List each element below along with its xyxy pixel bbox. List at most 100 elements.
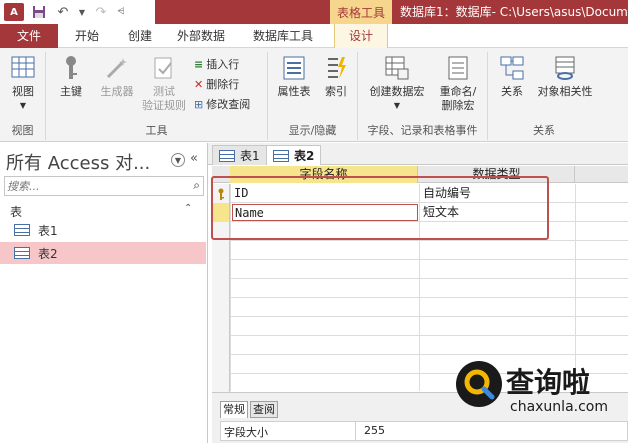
column-header-data-type[interactable]: 数据类型 — [419, 166, 575, 183]
table-row[interactable] — [212, 222, 628, 241]
table-row[interactable] — [212, 260, 628, 279]
row-selector[interactable] — [212, 355, 230, 374]
tab-design[interactable]: 设计 — [334, 24, 388, 48]
undo-icon[interactable]: ↶ — [54, 3, 72, 21]
ribbon-group-show-hide: 属性表 索引 显示/隐藏 — [268, 52, 358, 140]
table-icon — [273, 149, 289, 162]
tab-database-tools[interactable]: 数据库工具 — [240, 24, 326, 48]
nav-item-table1[interactable]: 表1 — [0, 219, 206, 241]
tab-home[interactable]: 开始 — [62, 24, 112, 48]
table-row[interactable] — [212, 279, 628, 298]
primary-key-button[interactable]: 主键 — [54, 54, 88, 99]
key-icon — [57, 54, 85, 82]
builder-label: 生成器 — [100, 85, 134, 98]
chevron-down-icon: ▼ — [393, 101, 401, 110]
view-button[interactable]: 视图 ▼ — [5, 54, 41, 113]
object-dependencies-icon — [551, 54, 579, 82]
navigation-pane: 所有 Access 对... ▼ « ⌕ 表 ⌃ 表1 表2 — [0, 143, 208, 443]
customize-qat-icon[interactable]: ⩤ — [116, 3, 126, 21]
row-selector[interactable] — [212, 317, 230, 336]
table-icon — [14, 247, 30, 259]
row-selector[interactable] — [212, 203, 230, 222]
tab-external-data[interactable]: 外部数据 — [168, 24, 234, 48]
row-selector[interactable] — [212, 260, 230, 279]
field-name-cell[interactable]: Name — [232, 204, 418, 221]
delete-rows-button[interactable]: ✕ 删除行 — [194, 76, 239, 92]
tab-lookup[interactable]: 查阅 — [250, 401, 278, 418]
test-rules-label-2: 验证规则 — [142, 99, 186, 112]
tab-file[interactable]: 文件 — [0, 24, 58, 48]
insert-rows-label: 插入行 — [206, 58, 240, 71]
row-selector[interactable] — [212, 279, 230, 298]
property-sheet-icon — [280, 54, 308, 82]
property-value[interactable]: 255 — [355, 422, 625, 440]
document-tab-bar: 表1 表2 — [208, 143, 628, 165]
access-logo-icon[interactable]: A — [4, 3, 24, 21]
doc-tab-table1[interactable]: 表1 — [212, 145, 267, 165]
chevron-down-icon[interactable]: ▼ — [171, 153, 185, 167]
ribbon-group-tools: 主键 生成器 测试 验证规则 ≡ 插入行 ✕ 删除行 ⊞ 修改查阅 工具 — [46, 52, 268, 140]
redo-icon[interactable]: ↷ — [92, 3, 110, 21]
doc-tab-table2[interactable]: 表2 — [266, 145, 322, 165]
tab-general[interactable]: 常规 — [220, 401, 248, 418]
test-validation-rules-button[interactable]: 测试 验证规则 — [138, 54, 190, 113]
view-icon — [9, 54, 37, 82]
relationships-button[interactable]: 关系 — [494, 54, 530, 99]
window-title: 数据库1：数据库- C:\Users\asus\Docume — [400, 5, 628, 19]
table-row[interactable] — [212, 317, 628, 336]
test-rules-icon — [150, 54, 178, 82]
ribbon-group-view: 视图 ▼ 视图 — [0, 52, 46, 140]
column-header-field-name[interactable]: 字段名称 — [230, 166, 418, 183]
table-row[interactable] — [212, 298, 628, 317]
row-selector[interactable] — [212, 222, 230, 241]
table-row[interactable] — [212, 336, 628, 355]
ribbon-group-events: 创建数据宏 ▼ 重命名/ 删除宏 字段、记录和表格事件 — [358, 52, 488, 140]
nav-section-tables[interactable]: 表 — [10, 203, 22, 220]
property-sheet-button[interactable]: 属性表 — [274, 54, 314, 99]
nav-pane-title[interactable]: 所有 Access 对... — [6, 149, 150, 175]
object-dependencies-button[interactable]: 对象相关性 — [532, 54, 598, 99]
row-selector[interactable] — [212, 298, 230, 317]
field-name-cell[interactable]: ID — [232, 185, 418, 202]
nav-item-table2[interactable]: 表2 — [0, 242, 206, 264]
ribbon-tab-bar: 文件 开始 创建 外部数据 数据库工具 设计 — [0, 24, 628, 48]
chevron-down-icon[interactable]: ▼ — [78, 3, 86, 21]
insert-rows-button[interactable]: ≡ 插入行 — [194, 56, 239, 72]
watermark: 查询啦 chaxunla.com — [448, 357, 623, 423]
group-label-events: 字段、记录和表格事件 — [367, 124, 478, 137]
collapse-pane-icon[interactable]: « — [190, 151, 198, 166]
doc-tab-label: 表1 — [240, 149, 260, 163]
test-rules-label-1: 测试 — [153, 85, 175, 98]
table-row[interactable] — [212, 241, 628, 260]
data-type-cell[interactable]: 短文本 — [421, 204, 575, 221]
relationships-icon — [498, 54, 526, 82]
row-selector[interactable] — [212, 374, 230, 393]
modify-lookups-button[interactable]: ⊞ 修改查阅 — [194, 96, 250, 112]
group-label-show-hide: 显示/隐藏 — [288, 124, 337, 137]
table-row[interactable]: ID 自动编号 — [212, 184, 628, 203]
create-data-macros-label: 创建数据宏 — [369, 85, 425, 98]
modify-lookups-icon: ⊞ — [194, 97, 204, 111]
search-icon[interactable]: ⌕ — [193, 178, 200, 193]
primary-key-indicator-icon[interactable] — [212, 184, 230, 203]
row-selector[interactable] — [212, 336, 230, 355]
data-type-cell[interactable]: 自动编号 — [421, 185, 575, 202]
nav-item-label: 表1 — [38, 223, 58, 238]
indexes-button[interactable]: 索引 — [318, 54, 354, 99]
rename-macro-label-1: 重命名/ — [439, 85, 477, 98]
delete-rows-icon: ✕ — [194, 77, 204, 91]
watermark-text: 查询啦 — [506, 366, 591, 399]
tab-create[interactable]: 创建 — [116, 24, 164, 48]
rename-delete-macro-button[interactable]: 重命名/ 删除宏 — [430, 54, 486, 113]
insert-rows-icon: ≡ — [194, 57, 204, 71]
property-row-field-size[interactable]: 字段大小 255 — [220, 421, 628, 441]
builder-button[interactable]: 生成器 — [94, 54, 140, 99]
create-data-macros-button[interactable]: 创建数据宏 ▼ — [366, 54, 428, 113]
nav-search-input[interactable] — [7, 178, 177, 194]
row-selector[interactable] — [212, 241, 230, 260]
save-icon[interactable] — [30, 3, 48, 21]
table-row[interactable]: Name 短文本 — [212, 203, 628, 222]
property-sheet-label: 属性表 — [277, 85, 311, 98]
group-label-relationships: 关系 — [533, 124, 555, 137]
chevron-up-icon[interactable]: ⌃ — [184, 203, 192, 214]
